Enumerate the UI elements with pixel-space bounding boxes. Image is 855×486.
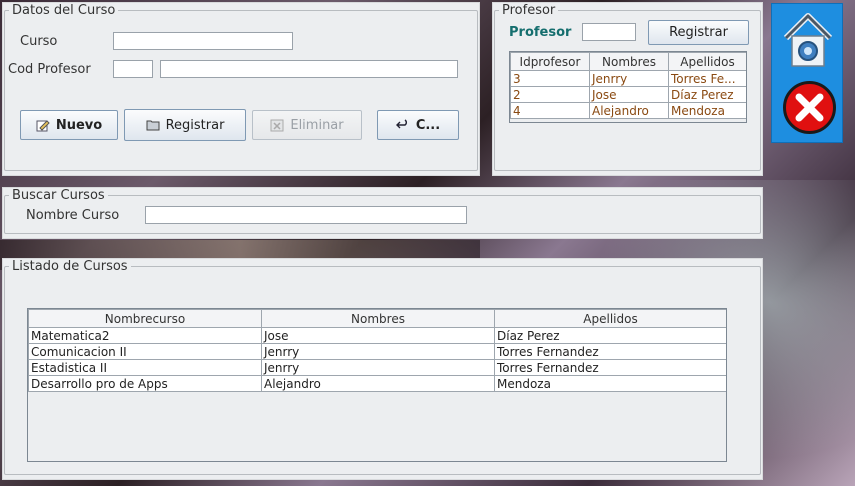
cell-apellidos[interactable]: Díaz Perez [494, 327, 726, 344]
close-icon [783, 81, 836, 134]
profesor-input[interactable] [582, 23, 636, 41]
cell-apellidos[interactable]: Mendoza [668, 102, 746, 119]
cell-apellidos[interactable]: Mendoza [494, 375, 726, 392]
cod-profesor-label: Cod Profesor [8, 62, 91, 77]
cell-nombrecurso[interactable]: Desarrollo pro de Apps [28, 375, 262, 392]
cell-idprofesor[interactable]: 2 [510, 86, 590, 103]
listado-panel: Listado de Cursos Nombrecurso Nombres Ap… [2, 258, 763, 480]
close-button[interactable] [782, 80, 837, 135]
home-button[interactable] [782, 12, 834, 70]
cod-profesor-input[interactable] [113, 60, 153, 78]
cell-nombres[interactable]: Jenrry [261, 343, 495, 360]
curso-legend: Datos del Curso [12, 3, 116, 18]
folder-icon [146, 119, 160, 131]
buscar-legend: Buscar Cursos [12, 188, 105, 203]
profesor-label: Profesor [509, 25, 572, 40]
cell-nombrecurso[interactable]: Matematica2 [28, 327, 262, 344]
table-row[interactable]: 3 Jenrry Torres Fe... [510, 70, 746, 87]
cell-apellidos[interactable]: Torres Fernandez [494, 359, 726, 376]
cell-nombres[interactable]: Jose [261, 327, 495, 344]
col-header-nombres[interactable]: Nombres [261, 309, 495, 328]
table-row[interactable]: 2 Jose Díaz Perez [510, 86, 746, 103]
cell-nombrecurso[interactable]: Estadistica II [28, 359, 262, 376]
side-actions-panel [771, 3, 843, 143]
cell-nombres[interactable]: Alejandro [589, 102, 669, 119]
table-row[interactable]: Matematica2 Jose Díaz Perez [28, 327, 726, 344]
profesor-legend: Profesor [502, 3, 556, 18]
nombre-curso-label: Nombre Curso [26, 208, 120, 223]
curso-label: Curso [20, 34, 58, 49]
delete-icon [270, 119, 284, 132]
col-header-apellidos[interactable]: Apellidos [494, 309, 726, 328]
registrar-profesor-button[interactable]: Registrar [648, 20, 749, 45]
col-header-apellidos[interactable]: Apellidos [668, 52, 746, 71]
nuevo-label: Nuevo [55, 117, 103, 133]
curso-panel: Datos del Curso Curso Cod Profesor Nuevo… [2, 2, 480, 176]
table-row[interactable]: Estadistica II Jenrry Torres Fernandez [28, 359, 726, 376]
cell-apellidos[interactable]: Díaz Perez [668, 86, 746, 103]
buscar-panel: Buscar Cursos Nombre Curso [2, 187, 763, 239]
registrar-curso-button[interactable]: Registrar [124, 109, 246, 141]
table-row[interactable]: Comunicacion II Jenrry Torres Fernandez [28, 343, 726, 360]
curso-input[interactable] [113, 32, 293, 50]
cell-apellidos[interactable]: Torres Fe... [668, 70, 746, 87]
nombre-curso-search-input[interactable] [145, 206, 467, 224]
cell-nombres[interactable]: Alejandro [261, 375, 495, 392]
col-header-nombres[interactable]: Nombres [589, 52, 669, 71]
home-icon [783, 13, 833, 67]
cell-idprofesor[interactable]: 3 [510, 70, 590, 87]
cell-nombres[interactable]: Jose [589, 86, 669, 103]
registrar-profesor-label: Registrar [669, 25, 728, 40]
listado-legend: Listado de Cursos [12, 259, 128, 274]
table-row[interactable]: 4 Alejandro Mendoza [510, 102, 746, 119]
profesor-table: Idprofesor Nombres Apellidos 3 Jenrry To… [509, 51, 747, 123]
cell-nombres[interactable]: Jenrry [261, 359, 495, 376]
table-row[interactable]: Desarrollo pro de Apps Alejandro Mendoza [28, 375, 726, 392]
undo-icon [395, 119, 410, 131]
cell-nombres[interactable]: Jenrry [589, 70, 669, 87]
profesor-name-input[interactable] [160, 60, 458, 78]
col-header-nombrecurso[interactable]: Nombrecurso [28, 309, 262, 328]
cancelar-label: C... [415, 117, 441, 133]
cell-apellidos[interactable]: Torres Fernandez [494, 343, 726, 360]
edit-icon [36, 119, 50, 132]
curso-groupbox: Datos del Curso [4, 3, 478, 171]
cursos-table: Nombrecurso Nombres Apellidos Matematica… [27, 308, 727, 462]
col-header-idprofesor[interactable]: Idprofesor [510, 52, 590, 71]
nuevo-button[interactable]: Nuevo [20, 110, 118, 140]
registrar-curso-label: Registrar [165, 117, 225, 133]
cancelar-button[interactable]: C... [377, 110, 459, 140]
profesor-panel: Profesor Profesor Registrar Idprofesor N… [492, 2, 763, 176]
cell-idprofesor[interactable]: 4 [510, 102, 590, 119]
eliminar-label: Eliminar [290, 117, 344, 133]
eliminar-button[interactable]: Eliminar [252, 110, 362, 140]
cell-nombrecurso[interactable]: Comunicacion II [28, 343, 262, 360]
